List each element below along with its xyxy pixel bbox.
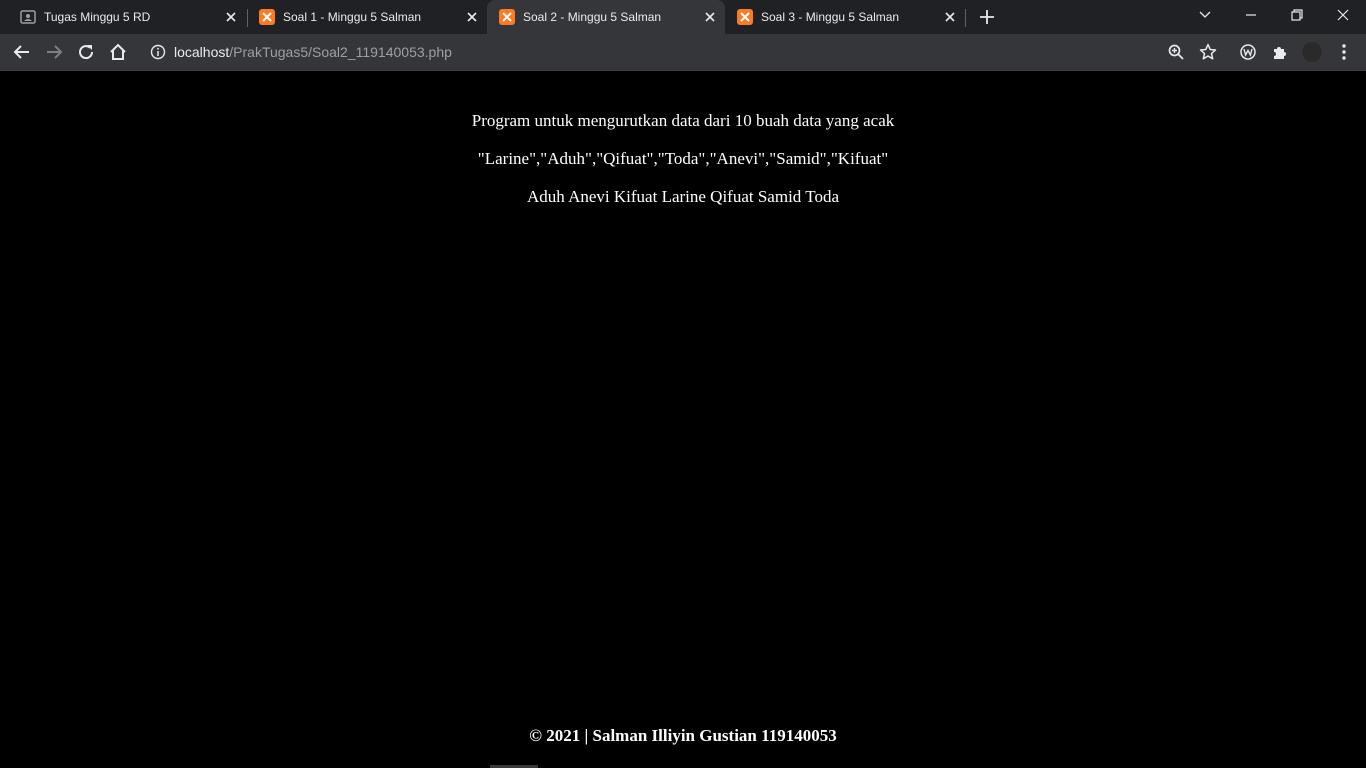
restore-button[interactable] [1274,0,1320,30]
zoom-icon[interactable] [1165,41,1187,63]
classroom-icon [20,9,36,25]
footer-credit: © 2021 | Salman Illiyin Gustian 11914005… [529,726,837,745]
info-icon[interactable] [150,44,166,60]
new-tab-button[interactable] [976,6,998,28]
bookmark-star-icon[interactable] [1197,41,1219,63]
xampp-icon [499,9,515,25]
reload-button[interactable] [75,41,97,63]
back-button[interactable] [11,41,33,63]
home-button[interactable] [107,41,129,63]
tab-title: Soal 2 - Minggu 5 Salman [523,10,662,24]
tab-soal-2-active[interactable]: Soal 2 - Minggu 5 Salman [487,0,725,34]
page-content: Program untuk mengurutkan data dari 10 b… [0,71,1366,768]
url-path: /PrakTugas5/Soal2_119140053.php [229,44,452,60]
input-data-line: "Larine","Aduh","Qifuat","Toda","Anevi",… [477,149,889,168]
xampp-icon [259,9,275,25]
xampp-icon [737,9,753,25]
close-icon[interactable] [463,8,481,26]
extensions-puzzle-icon[interactable] [1269,41,1291,63]
tab-strip: Tugas Minggu 5 RD Soal 1 - Minggu 5 Salm… [0,0,1366,34]
sorted-output-line: Aduh Anevi Kifuat Larine Qifuat Samid To… [527,187,839,206]
close-icon[interactable] [941,8,959,26]
tab-tugas-minggu-5-rd[interactable]: Tugas Minggu 5 RD [8,0,246,34]
url-text: localhost/PrakTugas5/Soal2_119140053.php [174,45,452,60]
close-window-button[interactable] [1320,0,1366,30]
tab-separator [965,9,966,27]
browser-chrome: Tugas Minggu 5 RD Soal 1 - Minggu 5 Salm… [0,0,1366,71]
close-icon[interactable] [222,8,240,26]
tab-title: Soal 3 - Minggu 5 Salman [761,10,900,24]
extension-w-icon[interactable] [1237,41,1259,63]
tab-soal-3[interactable]: Soal 3 - Minggu 5 Salman [725,0,965,34]
page-heading: Program untuk mengurutkan data dari 10 b… [471,111,895,130]
tab-title: Tugas Minggu 5 RD [44,10,151,24]
toolbar: localhost/PrakTugas5/Soal2_119140053.php [0,34,1366,70]
forward-button[interactable] [43,41,65,63]
address-bar[interactable]: localhost/PrakTugas5/Soal2_119140053.php [140,38,1230,66]
tab-title: Soal 1 - Minggu 5 Salman [283,10,422,24]
minimize-button[interactable] [1228,0,1274,30]
profile-avatar[interactable] [1301,41,1323,63]
tab-soal-1[interactable]: Soal 1 - Minggu 5 Salman [247,0,487,34]
menu-kebab-icon[interactable] [1333,41,1355,63]
url-host: localhost [174,44,230,60]
close-icon[interactable] [701,8,719,26]
tab-search-button[interactable] [1182,0,1228,30]
